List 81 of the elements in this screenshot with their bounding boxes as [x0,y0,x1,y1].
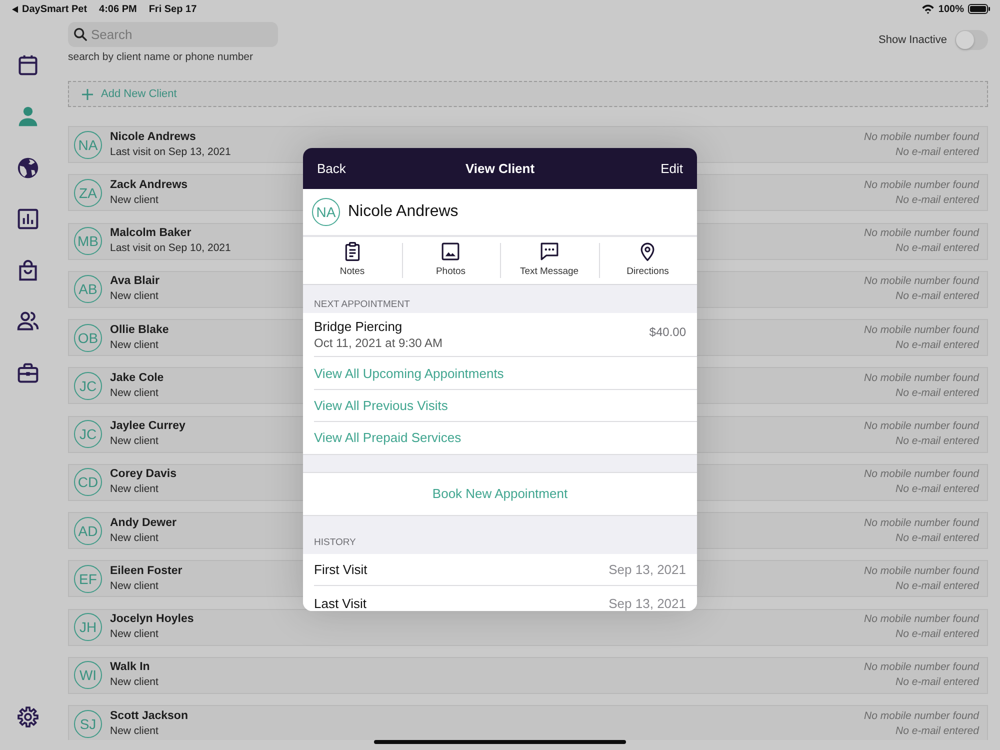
initials-avatar: WI [74,661,102,690]
history-label: Last Visit [314,594,367,610]
mobile-number-note: No mobile number found [864,613,979,625]
mobile-number-note: No mobile number found [864,130,979,142]
initials-avatar: NA [312,198,340,226]
initials-avatar: NA [74,130,102,158]
mobile-number-note: No mobile number found [864,564,979,577]
client-status: New client [110,578,160,594]
appointment-time: Oct 11, 2021 at 9:30 AM [314,335,443,351]
search-hint: search by client name or phone number [68,50,254,64]
client-status: Last visit on Sep 10, 2021 [110,241,231,256]
email-note: No e-mail entered [896,724,979,736]
client-status: New client [110,482,160,498]
client-name: Eileen Foster [110,564,182,579]
status-date: Fri Sep 17 [148,2,197,16]
email-note: No e-mail entered [896,676,979,688]
initials-avatar: ZA [74,178,102,207]
client-status: New client [110,675,158,690]
mobile-number-note: No mobile number found [864,661,979,674]
client-name: Malcolm Baker [110,226,192,241]
email-note: No e-mail entered [896,435,979,447]
client-status: New client [110,434,160,449]
client-name: Jake Cole [110,370,164,386]
client-status: New client [110,386,160,401]
mobile-number-note: No mobile number found [864,420,979,432]
appointment-price: $40.00 [649,325,686,339]
client-name: Jocelyn Hoyles [110,612,194,627]
mobile-number-note: No mobile number found [864,178,979,191]
history-date: Sep 13, 2021 [608,594,686,610]
email-note: No e-mail entered [896,290,979,302]
email-note: No e-mail entered [896,146,979,158]
client-name: Nicole Andrews [110,130,197,144]
mobile-number-note: No mobile number found [864,516,979,528]
initials-avatar: JH [74,613,102,641]
mobile-number-note: No mobile number found [864,227,979,239]
client-name: Scott Jackson [110,708,188,724]
section-heading: NEXT APPOINTMENT [314,299,410,311]
client-name: Jaylee Currey [110,419,186,434]
email-note: No e-mail entered [896,194,979,206]
client-name: Walk In [110,660,151,676]
mobile-number-note: No mobile number found [864,324,979,336]
initials-avatar: AB [74,275,102,304]
email-note: No e-mail entered [896,628,979,640]
client-status: New client [110,724,160,738]
initials-avatar: OB [74,324,102,352]
email-note: No e-mail entered [896,338,979,350]
client-status: New client [110,338,160,352]
client-status: New client [110,192,160,208]
initials-avatar: MB [74,227,102,255]
client-name: Ollie Blake [110,322,169,338]
section-heading: HISTORY [314,536,356,548]
email-note: No e-mail entered [896,242,979,254]
initials-avatar: SJ [74,710,102,738]
client-name: Zack Andrews [110,178,188,193]
client-name: Andy Dewer [110,516,176,530]
show-inactive-label: Show Inactive [878,32,947,48]
mobile-number-note: No mobile number found [864,275,979,288]
initials-avatar: JC [74,372,102,400]
email-note: No e-mail entered [896,483,979,496]
client-status: New client [110,627,160,642]
client-name: Ava Blair [110,274,160,290]
email-note: No e-mail entered [896,532,979,544]
service-name: Bridge Piercing [314,319,404,335]
client-status: Last visit on Sep 13, 2021 [110,144,231,160]
mobile-number-note: No mobile number found [864,468,979,480]
initials-avatar: AD [74,516,102,544]
client-name: Nicole Andrews [348,202,458,222]
battery-percent: 100% [938,2,964,16]
history-label: First Visit [314,560,368,579]
mobile-number-note: No mobile number found [864,372,979,384]
initials-avatar: EF [74,564,102,593]
initials-avatar: CD [74,468,102,496]
client-status: New client [110,530,160,546]
status-time: 4:06 PM [99,2,137,16]
email-note: No e-mail entered [896,386,979,399]
email-note: No e-mail entered [896,580,979,592]
client-status: New client [110,289,160,304]
client-name: Corey Davis [110,467,176,482]
history-date: Sep 13, 2021 [608,560,686,579]
mobile-number-note: No mobile number found [864,710,979,722]
initials-avatar: JC [74,420,102,448]
